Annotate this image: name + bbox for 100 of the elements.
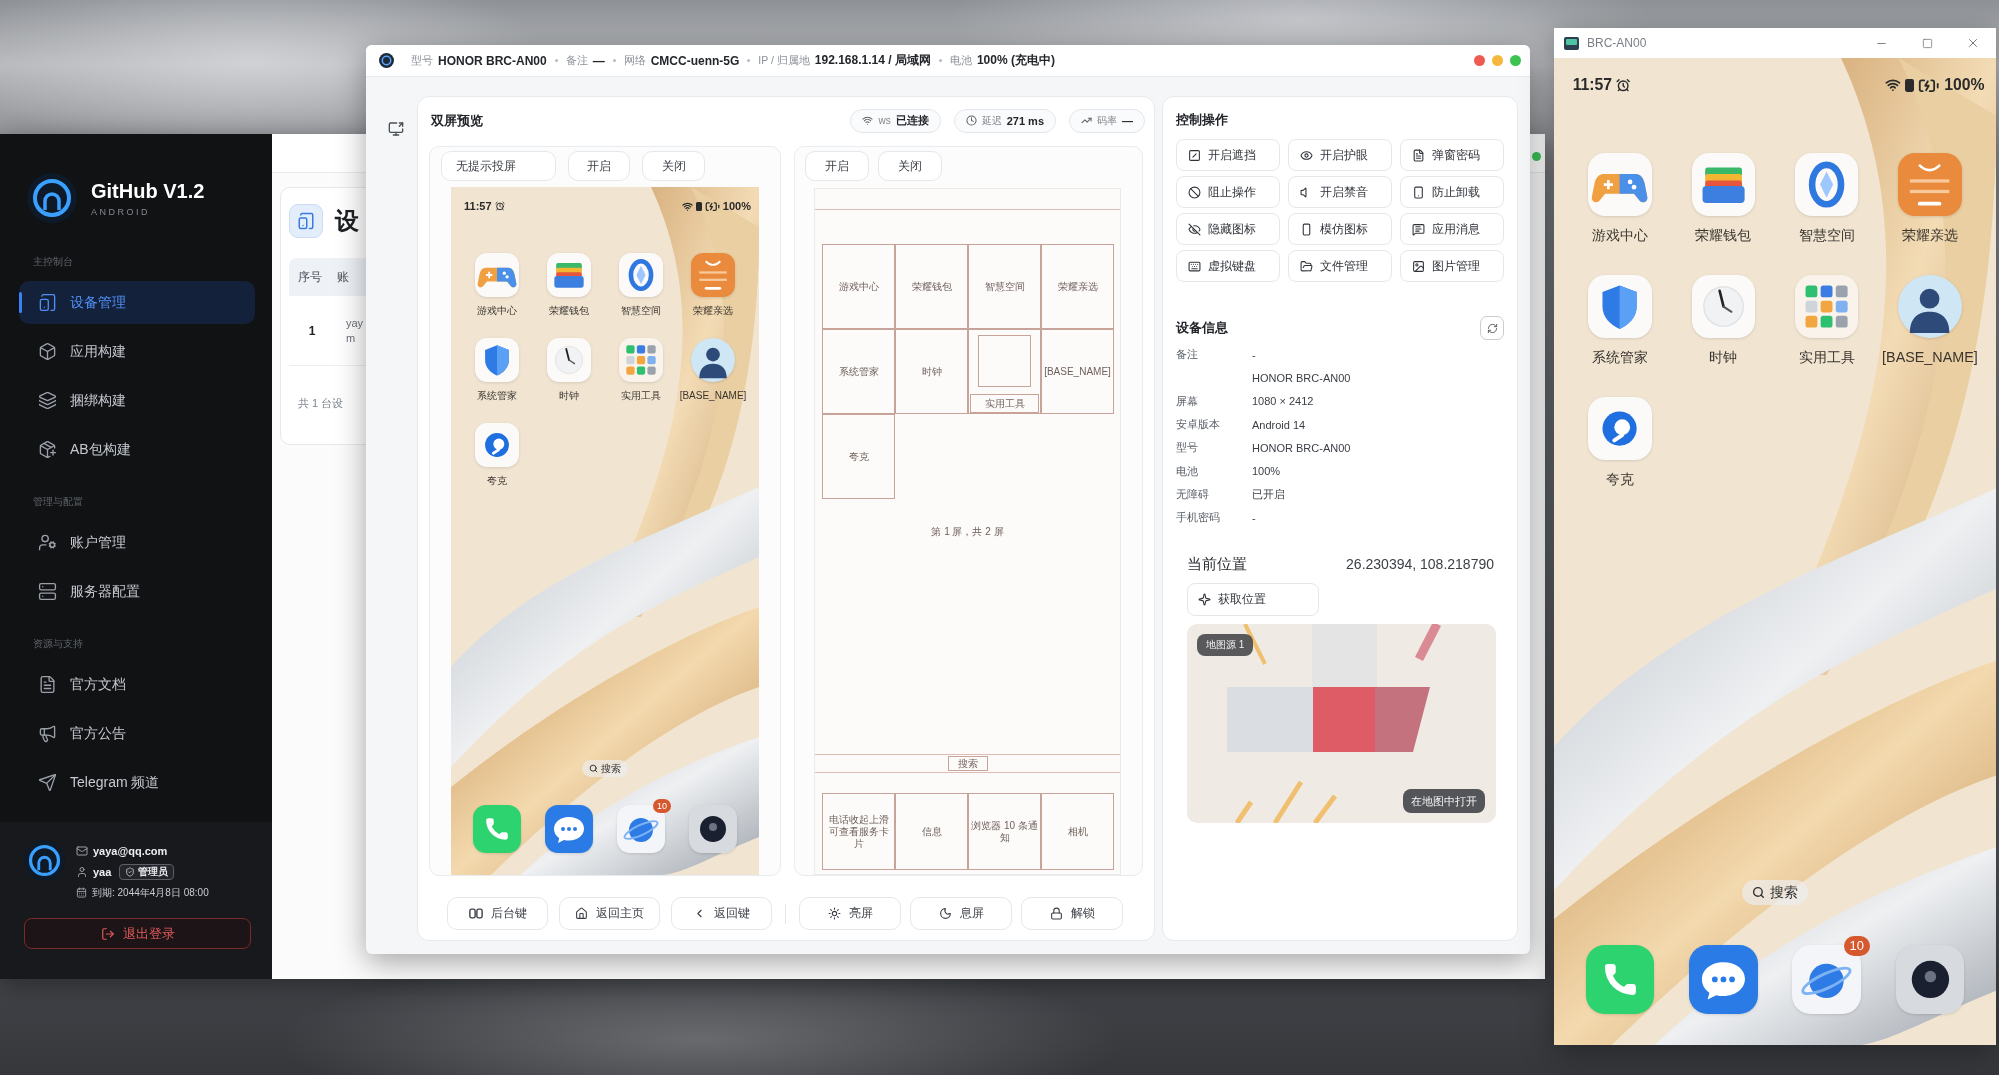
locate-button[interactable]: 获取位置	[1187, 583, 1319, 617]
screen-button[interactable]: 息屏	[910, 897, 1012, 930]
ring-icon[interactable]	[1795, 152, 1859, 216]
sidebar-item[interactable]: 服务器配置	[19, 570, 255, 613]
alarm-icon	[494, 201, 505, 211]
ring-icon[interactable]	[619, 253, 663, 297]
close-button[interactable]	[1474, 55, 1485, 66]
sidebar-item[interactable]: AB包构建	[19, 428, 255, 471]
toggle-button[interactable]: 关闭	[642, 151, 705, 181]
circle-logo-icon[interactable]	[475, 423, 519, 467]
layout-node[interactable]: 相机	[1041, 793, 1114, 870]
control-button[interactable]: 虚拟键盘	[1176, 250, 1280, 282]
section-title: 资源与支持	[32, 638, 84, 650]
sidebar-item[interactable]: 账户管理	[19, 521, 255, 564]
battery-percentage: 100%	[1944, 76, 1985, 95]
column-header: 序号	[297, 268, 323, 286]
layout-node[interactable]: 实用工具	[968, 329, 1041, 414]
layout-node[interactable]: 荣耀亲选	[1041, 244, 1114, 329]
page-title: 设	[335, 205, 359, 236]
search-button[interactable]: 搜索	[582, 760, 628, 777]
shield-icon[interactable]	[1588, 274, 1652, 338]
layout-node[interactable]: 游戏中心	[822, 244, 895, 329]
layout-node[interactable]: 荣耀钱包	[895, 244, 968, 329]
app-folder-icon[interactable]	[619, 338, 663, 382]
shield-icon[interactable]	[475, 338, 519, 382]
app-label: 荣耀亲选	[1901, 227, 1958, 245]
shopping-bag-icon[interactable]	[1898, 152, 1962, 216]
control-button[interactable]: 开启遮挡	[1176, 139, 1280, 171]
sidebar-item[interactable]: 捆绑构建	[19, 379, 255, 422]
layout-node[interactable]: 信息	[895, 793, 968, 870]
control-button[interactable]: 弹窗密码	[1400, 139, 1504, 171]
control-button[interactable]: 文件管理	[1288, 250, 1392, 282]
layout-node[interactable]: 浏览器 10 条通知	[968, 793, 1041, 870]
key-button[interactable]: 返回主页	[559, 897, 660, 930]
app-label: 荣耀亲选	[693, 305, 733, 317]
message-icon	[1412, 222, 1425, 236]
toggle-button[interactable]: 关闭	[878, 151, 942, 181]
screen-button[interactable]: 亮屏	[799, 897, 901, 930]
app-folder-icon[interactable]	[1795, 274, 1859, 338]
maximize-button[interactable]	[1510, 55, 1521, 66]
refresh-button[interactable]	[1480, 316, 1504, 340]
sidebar-item[interactable]: 应用构建	[19, 330, 255, 373]
shopping-bag-icon[interactable]	[691, 253, 735, 297]
role-label: 管理员	[138, 864, 169, 879]
phone-icon[interactable]	[473, 805, 521, 853]
control-button[interactable]: 模仿图标	[1288, 213, 1392, 245]
trend-line-icon	[1081, 115, 1092, 126]
clock-icon[interactable]	[547, 338, 591, 382]
control-button[interactable]: 应用消息	[1400, 213, 1504, 245]
control-button[interactable]: 阻止操作	[1176, 176, 1280, 208]
gamepad-icon[interactable]	[1588, 152, 1652, 216]
wallet-icon[interactable]	[547, 253, 591, 297]
layout-node[interactable]: 系统管家	[822, 329, 895, 414]
field-label: 电池	[949, 53, 972, 68]
layout-node[interactable]: 电话收起上滑可查看服务卡片	[822, 793, 895, 870]
sidebar-item[interactable]: 设备管理	[19, 281, 255, 324]
key-button[interactable]: 后台键	[447, 897, 548, 930]
eye-icon	[1300, 148, 1313, 162]
close-icon[interactable]	[1966, 36, 1980, 50]
toggle-button[interactable]: 开启	[805, 151, 869, 181]
status-time: 11:57	[464, 200, 492, 212]
coordinates: 26.230394, 108.218790	[1346, 556, 1494, 573]
gamepad-icon[interactable]	[475, 253, 519, 297]
circle-logo-icon[interactable]	[1588, 396, 1652, 460]
control-button[interactable]: 开启护眼	[1288, 139, 1392, 171]
search-button[interactable]: 搜索	[1742, 880, 1808, 905]
control-button[interactable]: 开启禁音	[1288, 176, 1392, 208]
control-button[interactable]: 防止卸载	[1400, 176, 1504, 208]
app-label: 智慧空间	[1798, 227, 1855, 245]
layout-node[interactable]: 实用工具	[970, 394, 1039, 413]
screen-share-icon[interactable]	[388, 121, 404, 137]
camera-lens-icon[interactable]	[689, 805, 737, 853]
layout-node[interactable]: [BASE_NAME]	[1041, 329, 1114, 414]
layout-node[interactable]: 夸克	[822, 414, 895, 499]
wallet-icon[interactable]	[1691, 152, 1755, 216]
layout-node[interactable]: 智慧空间	[968, 244, 1041, 329]
planet-icon[interactable]	[617, 805, 665, 853]
toggle-button[interactable]: 无提示投屏	[441, 151, 556, 181]
sidebar-item[interactable]: Telegram 频道	[19, 761, 255, 804]
app-icon	[1564, 36, 1579, 50]
message-icon[interactable]	[545, 805, 593, 853]
screen-button[interactable]: 解锁	[1021, 897, 1123, 930]
layout-node[interactable]: 时钟	[895, 329, 968, 414]
wifi-icon	[1885, 77, 1902, 94]
control-button[interactable]: 图片管理	[1400, 250, 1504, 282]
key-button[interactable]: 返回键	[671, 897, 772, 930]
open-map-button[interactable]: 在地图中打开	[1403, 789, 1485, 814]
layout-node[interactable]: 搜索	[947, 756, 988, 771]
camera-lens-icon[interactable]	[1895, 944, 1965, 1014]
message-icon[interactable]	[1688, 944, 1758, 1014]
chip-value: 已连接	[895, 113, 929, 128]
control-button[interactable]: 隐藏图标	[1176, 213, 1280, 245]
sidebar-item[interactable]: 官方公告	[19, 712, 255, 755]
toggle-button[interactable]: 开启	[568, 151, 630, 181]
sidebar-item[interactable]: 官方文档	[19, 663, 255, 706]
phone-icon[interactable]	[1585, 944, 1655, 1014]
logout-button[interactable]: 退出登录	[24, 918, 251, 949]
layout-node[interactable]	[978, 335, 1031, 387]
maximize-icon[interactable]	[1921, 37, 1933, 49]
user-email: yaya@qq.com	[93, 844, 168, 857]
